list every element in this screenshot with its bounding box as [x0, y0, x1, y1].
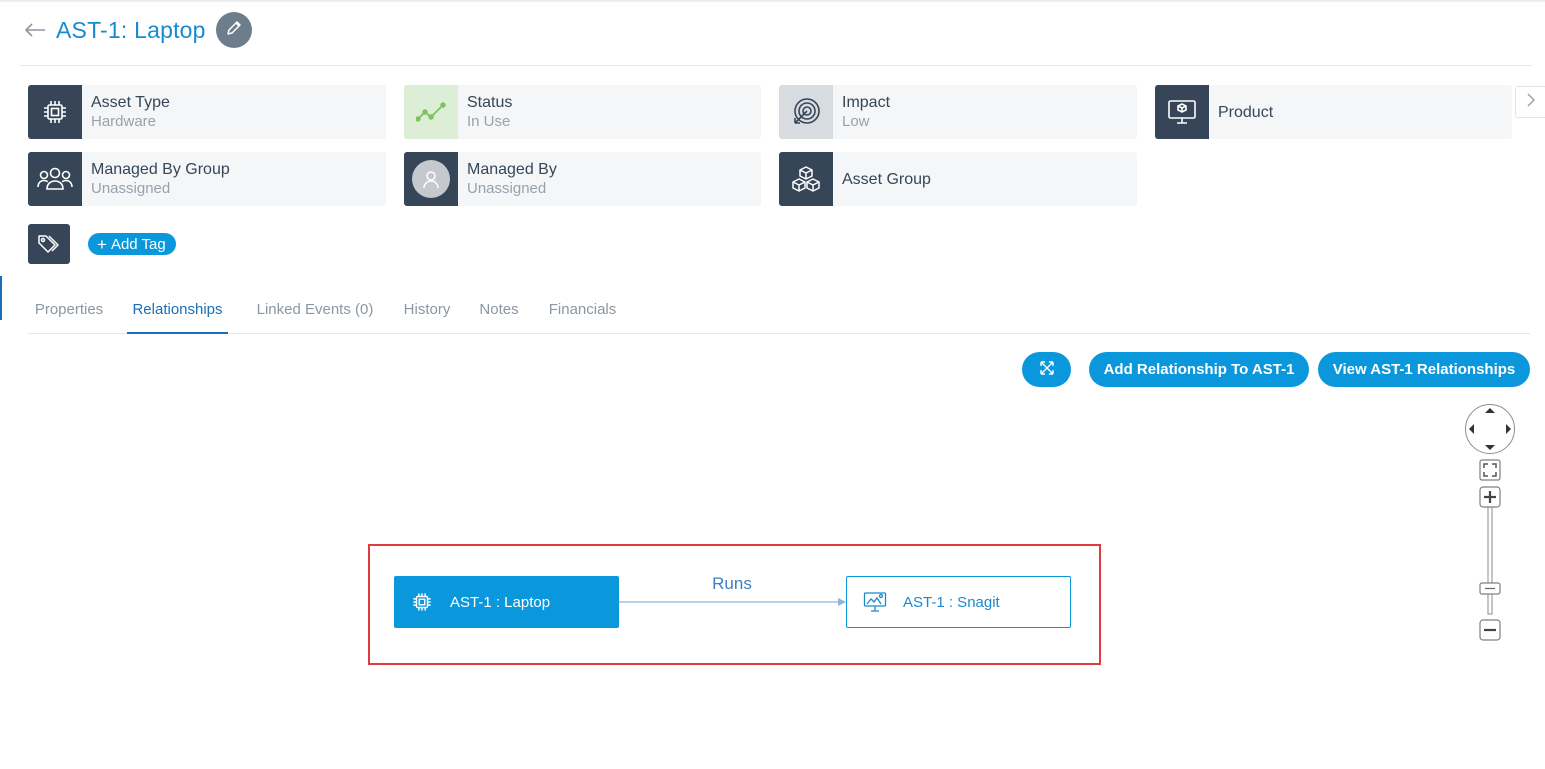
product-label: Product — [1218, 103, 1274, 121]
tab-history[interactable]: History — [402, 290, 452, 334]
source-node-label: AST-1 : Laptop — [450, 593, 551, 611]
pan-left-icon[interactable] — [1469, 424, 1474, 434]
pencil-icon — [225, 19, 243, 42]
fullscreen-button[interactable] — [1022, 352, 1071, 387]
card-asset-type[interactable]: Asset Type Hardware — [28, 85, 386, 139]
tab-properties[interactable]: Properties — [33, 290, 105, 334]
status-value: In Use — [467, 113, 511, 130]
managed-by-value: Unassigned — [467, 180, 547, 197]
edge-label: Runs — [712, 574, 752, 593]
add-tag-label: Add Tag — [110, 235, 166, 253]
monitor-box-icon — [1155, 85, 1209, 139]
cubes-icon — [779, 152, 833, 206]
view-relationships-button[interactable]: View AST-1 Relationships — [1318, 352, 1530, 387]
header-divider — [20, 65, 1532, 66]
top-shadow — [0, 0, 1545, 3]
target-icon — [779, 85, 833, 139]
expand-arrows-icon — [1039, 360, 1055, 380]
chip-icon — [394, 591, 450, 613]
card-asset-group[interactable]: Asset Group — [779, 152, 1137, 206]
add-relationship-button[interactable]: Add Relationship To AST-1 — [1089, 352, 1309, 387]
zoom-in-icon[interactable] — [1479, 486, 1501, 508]
trend-line-icon — [404, 85, 458, 139]
pan-up-icon[interactable] — [1485, 408, 1495, 413]
avatar-icon — [412, 160, 450, 198]
page-header: AST-1: Laptop — [20, 10, 252, 50]
target-node-label: AST-1 : Snagit — [903, 593, 1000, 611]
left-accent-bar — [0, 276, 2, 320]
chevron-right-icon — [1526, 92, 1536, 112]
fit-view-icon — [1479, 459, 1501, 481]
graph-node-target[interactable]: AST-1 : Snagit — [846, 576, 1071, 628]
tab-financials[interactable]: Financials — [546, 290, 619, 334]
pan-right-icon[interactable] — [1506, 424, 1511, 434]
chip-icon — [28, 85, 82, 139]
tab-relationships[interactable]: Relationships — [127, 290, 228, 334]
zoom-slider[interactable] — [1479, 486, 1501, 647]
managed-by-icon-box — [404, 152, 458, 206]
back-arrow-icon[interactable] — [20, 15, 50, 45]
card-managed-by[interactable]: Managed By Unassigned — [404, 152, 761, 206]
tab-notes[interactable]: Notes — [478, 290, 520, 334]
pan-down-icon[interactable] — [1485, 445, 1495, 450]
card-impact[interactable]: Impact Low — [779, 85, 1137, 139]
card-product[interactable]: Product — [1155, 85, 1512, 139]
add-tag-button[interactable]: + Add Tag — [88, 233, 176, 255]
card-managed-by-group[interactable]: Managed By Group Unassigned — [28, 152, 386, 206]
graph-node-source[interactable]: AST-1 : Laptop — [394, 576, 619, 628]
edit-button[interactable] — [215, 12, 252, 48]
managed-by-group-label: Managed By Group — [91, 161, 230, 178]
fit-view-button[interactable] — [1479, 459, 1501, 486]
managed-by-group-value: Unassigned — [91, 180, 171, 197]
impact-value: Low — [842, 113, 870, 130]
tab-linked-events[interactable]: Linked Events (0) — [254, 290, 376, 334]
zoom-handle[interactable] — [1479, 582, 1501, 595]
tab-bar: Properties Relationships Linked Events (… — [28, 290, 1530, 334]
plus-icon: + — [97, 234, 107, 254]
asset-group-label: Asset Group — [842, 170, 931, 188]
monitor-app-icon — [847, 591, 903, 613]
asset-type-value: Hardware — [91, 113, 157, 130]
pan-control[interactable] — [1465, 404, 1515, 454]
status-label: Status — [467, 94, 513, 111]
impact-label: Impact — [842, 94, 891, 111]
group-icon — [28, 152, 82, 206]
managed-by-label: Managed By — [467, 161, 557, 178]
cards-next-button[interactable] — [1515, 86, 1545, 118]
page-title: AST-1: Laptop — [56, 16, 206, 43]
tag-icon — [28, 224, 70, 264]
asset-type-label: Asset Type — [91, 94, 170, 111]
zoom-out-icon[interactable] — [1479, 619, 1501, 641]
card-status[interactable]: Status In Use — [404, 85, 761, 139]
